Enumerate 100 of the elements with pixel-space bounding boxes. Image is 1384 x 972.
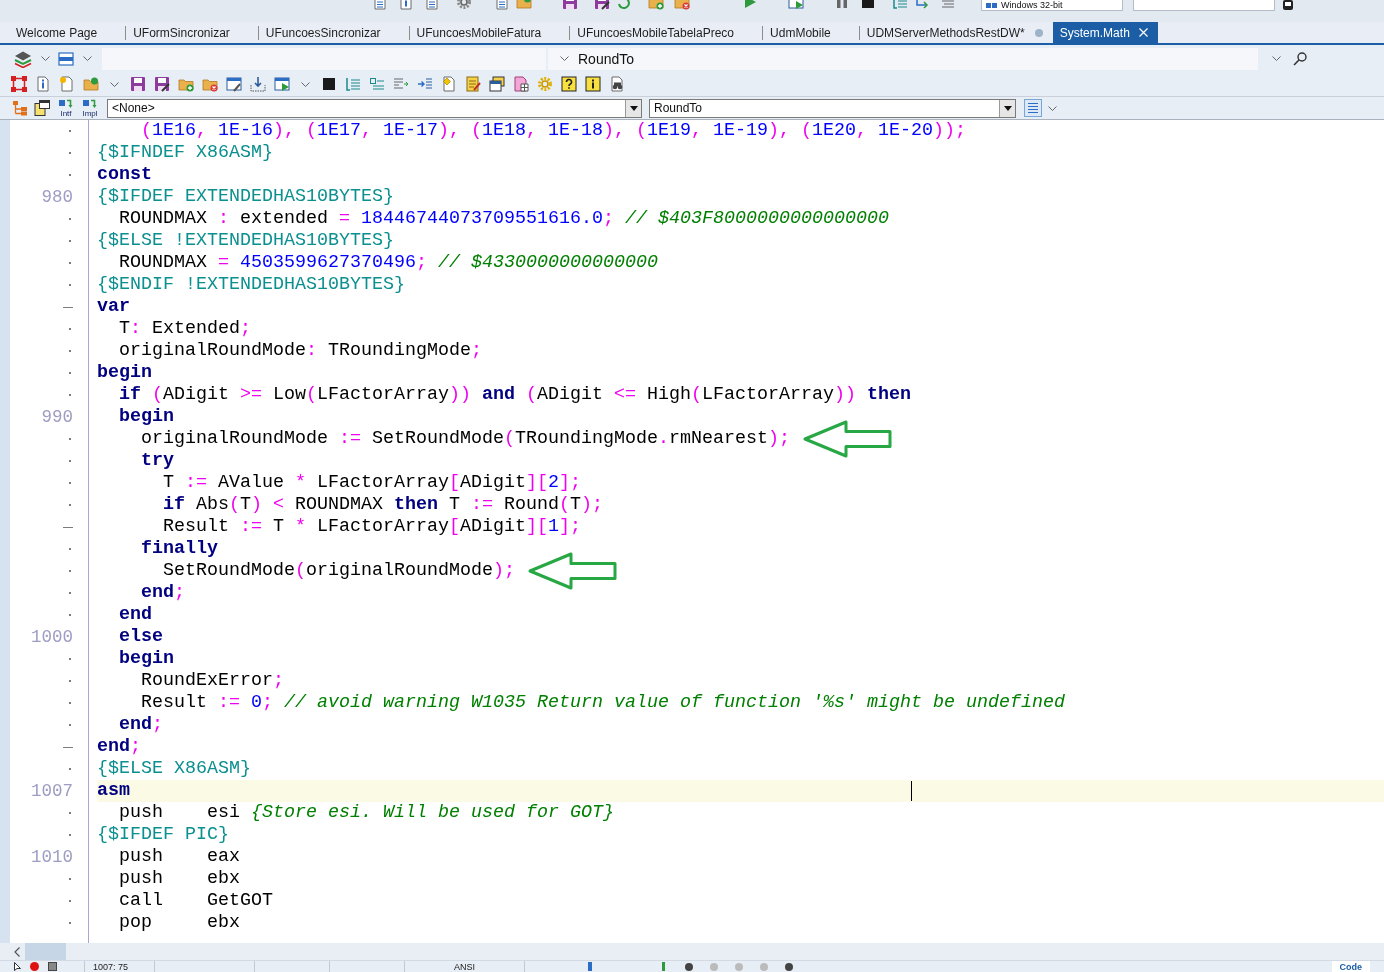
floppy-icon[interactable]	[130, 76, 146, 92]
notepad-icon[interactable]	[465, 76, 481, 92]
folder-add-icon[interactable]	[178, 76, 194, 92]
caret-icon[interactable]	[110, 81, 119, 87]
code-line: push esi {Store esi. Will be used for GOT}	[119, 802, 614, 824]
editor-tab[interactable]: System.Math	[1052, 22, 1158, 43]
stop-icon[interactable]	[860, 0, 876, 10]
input-field[interactable]	[1133, 0, 1275, 11]
code-line: begin	[97, 362, 152, 384]
gear-icon[interactable]	[456, 0, 472, 10]
dropdown-button[interactable]	[625, 99, 641, 117]
folder-delete-icon[interactable]	[202, 76, 218, 92]
code-line: begin	[119, 648, 174, 670]
scrollbar-thumb[interactable]	[25, 943, 66, 960]
page-icon[interactable]	[494, 0, 510, 10]
floppy-icon[interactable]	[594, 0, 610, 10]
implementation-button[interactable]: Impl	[80, 98, 100, 118]
interface-button[interactable]: Intf	[56, 98, 76, 118]
circle-icon[interactable]	[685, 962, 693, 971]
caret-icon[interactable]	[301, 81, 310, 87]
device-icon[interactable]	[1283, 0, 1293, 10]
list-icon[interactable]	[345, 76, 361, 92]
bar-icon	[588, 962, 592, 971]
refresh-icon[interactable]	[616, 0, 632, 10]
caret-icon[interactable]	[41, 56, 50, 61]
window-icon[interactable]	[226, 76, 242, 92]
text-cursor	[910, 781, 912, 801]
search-icon[interactable]	[1293, 51, 1307, 66]
platform-dropdown[interactable]: Windows 32-bit	[981, 0, 1123, 11]
arrows-icon[interactable]	[914, 0, 930, 10]
code-line: begin	[119, 406, 174, 428]
align-icon[interactable]	[1024, 99, 1042, 117]
editor-tab[interactable]: UFormSincronizar	[126, 22, 258, 43]
code-line: Result := T * LFactorArray[ADigit][1];	[163, 516, 581, 538]
note-icon[interactable]	[34, 100, 50, 116]
help-icon[interactable]	[561, 76, 577, 92]
window-play-icon[interactable]	[788, 0, 804, 10]
caret-icon[interactable]	[1272, 56, 1281, 61]
code-line: originalRoundMode := SetRoundMode(TRoundingMode.rmNearest);	[141, 428, 790, 450]
line-number: 990	[41, 407, 73, 427]
code-view-tab[interactable]: Code	[1331, 961, 1370, 972]
bar-icon	[662, 962, 665, 971]
windows-icon[interactable]	[489, 76, 505, 92]
record-icon[interactable]	[30, 962, 39, 971]
code-line: {$ELSE !EXTENDEDHAS10BYTES}	[97, 230, 394, 252]
folder-add-icon[interactable]	[648, 0, 664, 10]
scope-dropdown[interactable]: <None>	[107, 98, 642, 118]
floppy-icon[interactable]	[154, 76, 170, 92]
close-icon[interactable]	[1139, 28, 1149, 37]
code-line: end;	[141, 582, 185, 604]
circle-icon[interactable]	[785, 962, 793, 971]
folder-icon[interactable]	[516, 0, 532, 10]
folder-delete-icon[interactable]	[674, 0, 690, 10]
caret-icon[interactable]	[83, 56, 92, 61]
editor-tab[interactable]: Welcome Page	[9, 22, 126, 43]
stop-icon[interactable]	[321, 76, 337, 92]
play-icon[interactable]	[742, 0, 758, 10]
layers-icon[interactable]	[14, 49, 32, 68]
floppy-icon[interactable]	[562, 0, 578, 10]
squares-icon	[986, 2, 997, 8]
method-dropdown[interactable]: RoundTo	[649, 98, 1016, 118]
line-tick-icon	[63, 306, 73, 308]
list-icon[interactable]	[369, 76, 385, 92]
code-line: push ebx	[119, 868, 240, 890]
code-line: ROUNDMAX : extended = 18446744073709551616.0; // $403F8000000000000000	[119, 208, 889, 230]
code-line: push eax	[119, 846, 240, 868]
code-line: pop ebx	[119, 912, 240, 934]
download-icon[interactable]	[250, 76, 266, 92]
code-line: end;	[97, 736, 141, 758]
editor-tab[interactable]: UDMServerMethodsRestDW*	[859, 22, 1053, 43]
window-play-icon[interactable]	[274, 76, 290, 92]
document-icon[interactable]	[35, 76, 51, 92]
indent-icon[interactable]	[417, 76, 433, 92]
dropdown-button[interactable]	[999, 99, 1015, 117]
pause-icon[interactable]	[834, 0, 850, 10]
code-line: const	[97, 164, 152, 186]
pointer-icon[interactable]	[14, 962, 21, 971]
line-tick-icon	[63, 526, 73, 528]
line-number: 980	[41, 187, 73, 207]
info-icon[interactable]	[585, 76, 601, 92]
page-icon[interactable]	[398, 0, 414, 10]
panel-icon[interactable]	[58, 50, 74, 67]
editor-tab[interactable]: UdmMobile	[763, 22, 859, 43]
square-icon[interactable]	[48, 962, 57, 971]
frame-icon[interactable]	[11, 76, 27, 92]
method-dropdown[interactable]: RoundTo	[548, 47, 1258, 70]
caret-icon[interactable]	[1048, 105, 1057, 111]
editor-tab[interactable]: UFuncoesMobileTabelaPreco	[570, 22, 763, 43]
folder-icon[interactable]	[83, 76, 99, 92]
code-line: asm	[97, 780, 130, 802]
document-icon[interactable]	[441, 76, 457, 92]
editor-tab[interactable]: UFuncoesMobileFatura	[409, 22, 570, 43]
page-icon[interactable]	[424, 0, 440, 10]
grid-document-icon[interactable]	[513, 76, 529, 92]
tree-icon[interactable]	[12, 100, 28, 116]
binoculars-icon[interactable]	[609, 76, 625, 92]
editor-tab[interactable]: UFuncoesSincronizar	[258, 22, 409, 43]
page-icon[interactable]	[372, 0, 388, 10]
line-tick-icon	[63, 746, 73, 748]
chevron-left-icon[interactable]	[14, 946, 20, 957]
